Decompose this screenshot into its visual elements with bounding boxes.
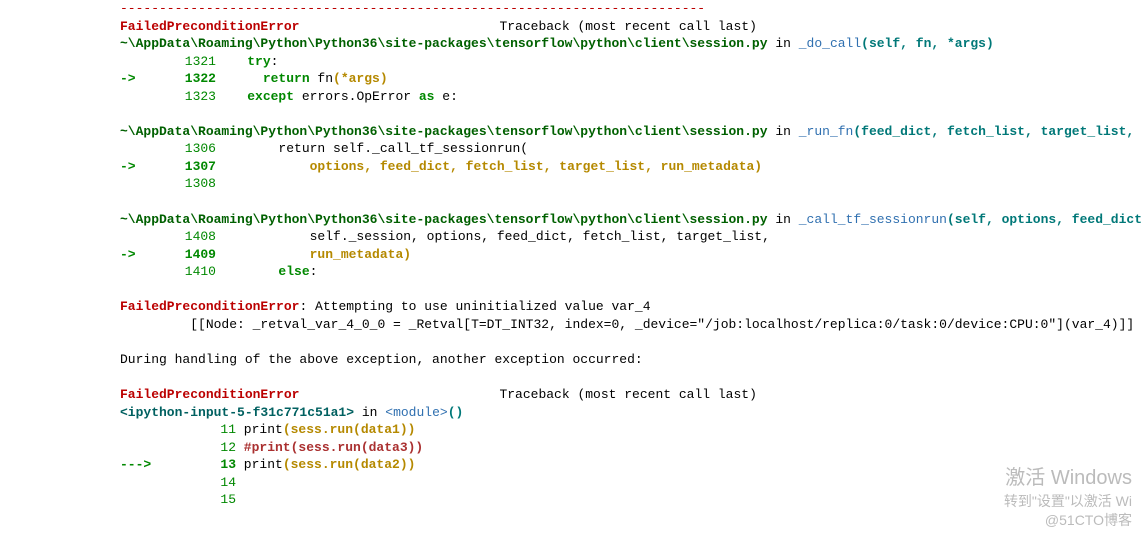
frame-path: ~\AppData\Roaming\Python\Python36\site-p… [120,124,768,139]
code-line: 12 #print(sess.run(data3)) [120,439,1132,457]
frame-func: _do_call [799,36,861,51]
line-no: 11 [156,421,236,439]
code-line: 1323 except errors.OpError as e: [120,88,1132,106]
frame-path: ~\AppData\Roaming\Python\Python36\site-p… [120,36,768,51]
code-line: ---> 13 print(sess.run(data2)) [120,456,1132,474]
line-no: 1409 [156,246,216,264]
code-line: 1321 try: [120,53,1132,71]
frame-header: ~\AppData\Roaming\Python\Python36\site-p… [120,123,1132,141]
code-line: 15 [120,491,1132,509]
code-line: 14 [120,474,1132,492]
traceback-label: Traceback (most recent call last) [499,387,756,402]
code-line: 1308 [120,175,1132,193]
code-line: 11 print(sess.run(data1)) [120,421,1132,439]
code-line: 1410 else: [120,263,1132,281]
code-line: -> 1322 return fn(*args) [120,70,1132,88]
arrow-icon: -> [120,158,156,176]
ipython-frame-header: <ipython-input-5-f31c771c51a1> in <modul… [120,404,1132,422]
error-message: FailedPreconditionError: Attempting to u… [120,298,1132,316]
frame-header: ~\AppData\Roaming\Python\Python36\site-p… [120,35,1132,53]
frame-args: (feed_dict, fetch_list, target_list, opt… [853,124,1142,139]
node-detail: [[Node: _retval_var_4_0_0 = _Retval[T=DT… [120,316,1132,334]
windows-activation-watermark: 激活 Windows 转到"设置"以激活 Wi @51CTO博客 [1004,465,1132,530]
line-no: 1321 [156,53,216,71]
frame-args: (self, fn, *args) [861,36,994,51]
code-line: -> 1409 run_metadata) [120,246,1132,264]
error-name: FailedPreconditionError [120,19,299,34]
during-handling: During handling of the above exception, … [120,351,1132,369]
frame-func: _call_tf_sessionrun [799,212,947,227]
line-no: 1323 [156,88,216,106]
line-no: 15 [156,491,236,509]
frame-args: (self, options, feed_dict, fetch_list, t… [947,212,1142,227]
frame-path: ~\AppData\Roaming\Python\Python36\site-p… [120,212,768,227]
traceback-header-1: FailedPreconditionError Traceback (most r… [120,18,1132,36]
arrow-icon: ---> [120,456,156,474]
line-no: 13 [156,456,236,474]
traceback-header-2: FailedPreconditionError Traceback (most r… [120,386,1132,404]
line-no: 1306 [156,140,216,158]
frame-header: ~\AppData\Roaming\Python\Python36\site-p… [120,211,1132,229]
arrow-icon: -> [120,246,156,264]
ipython-prompt: <ipython-input-5-f31c771c51a1> [120,405,354,420]
error-name: FailedPreconditionError [120,387,299,402]
line-no: 1307 [156,158,216,176]
separator-line: ----------------------------------------… [120,1,705,16]
line-no: 1308 [156,175,216,193]
line-no: 1322 [156,70,216,88]
code-line: 1408 self._session, options, feed_dict, … [120,228,1132,246]
traceback-label: Traceback (most recent call last) [499,19,756,34]
code-line: -> 1307 options, feed_dict, fetch_list, … [120,158,1132,176]
line-no: 1410 [156,263,216,281]
code-line: 1306 return self._call_tf_sessionrun( [120,140,1132,158]
frame-func: _run_fn [799,124,854,139]
line-no: 14 [156,474,236,492]
line-no: 12 [156,439,236,457]
line-no: 1408 [156,228,216,246]
arrow-icon: -> [120,70,156,88]
